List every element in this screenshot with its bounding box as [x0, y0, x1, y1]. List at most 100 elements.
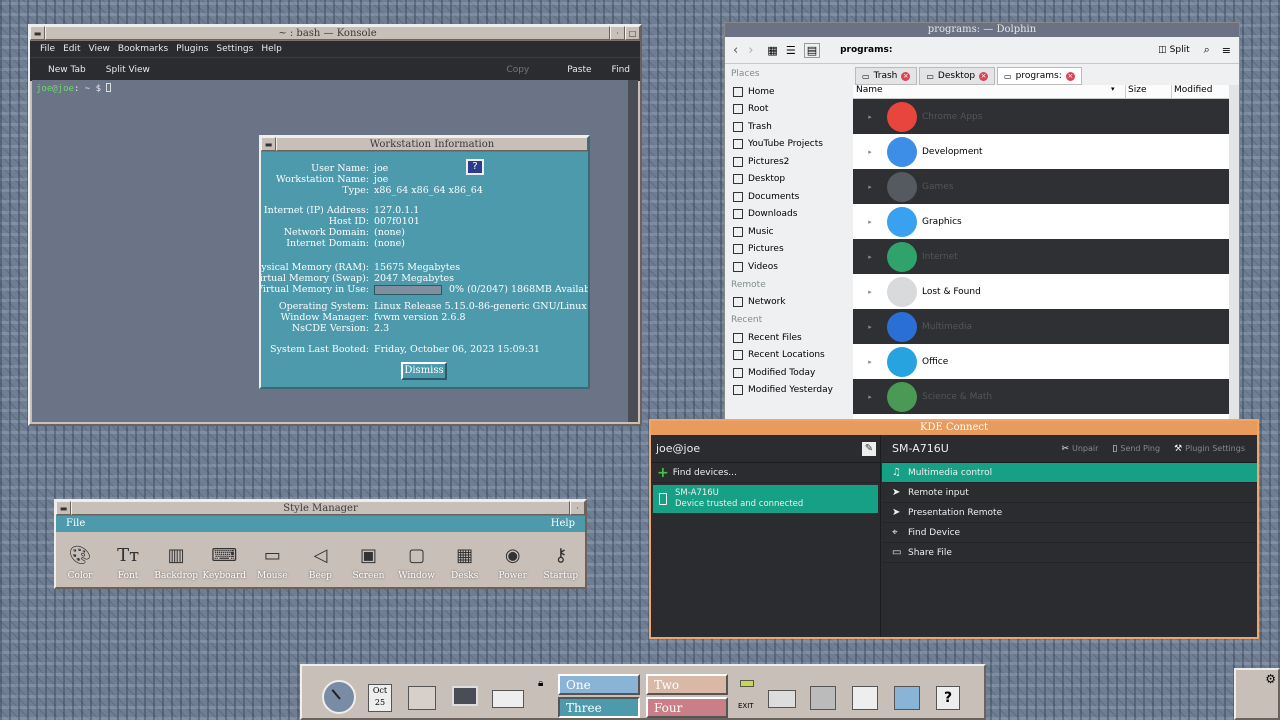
terminal-scrollbar[interactable]	[628, 80, 638, 422]
edit-icon[interactable]: ✎	[862, 441, 876, 456]
plugin-item[interactable]: ▭ Share File	[882, 543, 1257, 563]
style-item[interactable]: ⌨ Keyboard	[202, 542, 247, 582]
places-item[interactable]: Recent Locations	[725, 347, 849, 365]
plugin-item[interactable]: ⌖ Find Device	[882, 523, 1257, 543]
forward-icon[interactable]: ›	[748, 43, 753, 58]
style-item[interactable]: ▦ Desks	[443, 542, 487, 582]
places-item[interactable]: Modified Yesterday	[725, 382, 849, 400]
search-icon[interactable]: ⌕	[1204, 43, 1210, 57]
file-row[interactable]: ▸ Graphics	[853, 204, 1229, 239]
places-item[interactable]: Recent Files	[725, 329, 849, 347]
close-tab-icon[interactable]: ×	[1065, 71, 1075, 81]
style-item[interactable]: ◁ Beep	[298, 542, 342, 582]
window-menu-button[interactable]: ▬	[56, 501, 71, 515]
menu-help[interactable]: Help	[257, 41, 286, 57]
close-tab-icon[interactable]: ×	[979, 71, 989, 81]
menu-edit[interactable]: Edit	[59, 41, 84, 57]
find-button[interactable]: Find	[602, 65, 640, 75]
style-item[interactable]: ▢ Window	[395, 542, 439, 582]
corner-panel-icon[interactable]: ⚙	[1234, 668, 1280, 720]
plugin-item[interactable]: ➤ Remote input	[882, 483, 1257, 503]
send-ping-button[interactable]: Send Ping	[1120, 444, 1160, 453]
style-item[interactable]: 🎨︎ Color	[58, 542, 102, 582]
places-item[interactable]: Root	[725, 101, 849, 119]
minimize-button[interactable]: ·	[570, 501, 585, 515]
expand-arrow-icon[interactable]: ▸	[853, 288, 887, 296]
file-row[interactable]: ▸ Multimedia	[853, 309, 1229, 344]
file-row[interactable]: ▸ Games	[853, 169, 1229, 204]
places-item[interactable]: Videos	[725, 258, 849, 276]
new-tab-button[interactable]: New Tab	[30, 65, 96, 75]
style-item[interactable]: ▥ Backdrop	[154, 542, 198, 582]
workspace-four-button[interactable]: Four	[646, 697, 728, 718]
konsole-titlebar[interactable]: ▬ ~ : bash — Konsole · □	[30, 26, 640, 41]
column-name[interactable]: Name	[853, 85, 1125, 98]
compact-view-icon[interactable]: ☰	[786, 44, 796, 57]
expand-arrow-icon[interactable]: ▸	[853, 393, 887, 401]
minimize-button[interactable]: ·	[610, 26, 625, 40]
calendar-icon[interactable]: Oct 25	[368, 684, 392, 712]
workspace-three-button[interactable]: Three	[558, 697, 640, 718]
expand-arrow-icon[interactable]: ▸	[853, 218, 887, 226]
split-button[interactable]: Split	[1170, 45, 1190, 55]
workstation-info-dialog[interactable]: ▬ Workstation Information ? User Name: jo…	[259, 135, 590, 389]
paste-button[interactable]: Paste	[557, 65, 601, 75]
style-item[interactable]: ▭ Mouse	[250, 542, 294, 582]
hamburger-menu-icon[interactable]: ≡	[1222, 44, 1231, 57]
style-item[interactable]: Tт Font	[106, 542, 150, 582]
places-item[interactable]: Network	[725, 294, 849, 312]
tab-item[interactable]: ▭ Desktop ×	[919, 67, 996, 85]
split-icon[interactable]: ◫	[1158, 45, 1167, 55]
details-view-icon[interactable]: ▤	[803, 42, 821, 58]
menu-file[interactable]: File	[66, 516, 85, 532]
expand-arrow-icon[interactable]: ▸	[853, 113, 887, 121]
unpair-icon[interactable]: ✂	[1061, 444, 1069, 454]
file-row[interactable]: ▸ Science & Math	[853, 379, 1229, 414]
location-label[interactable]: programs:	[840, 45, 892, 55]
unpair-button[interactable]: Unpair	[1072, 444, 1098, 453]
app-manager-icon[interactable]	[894, 686, 920, 710]
places-item[interactable]: YouTube Projects	[725, 136, 849, 154]
column-size[interactable]: Size	[1125, 85, 1171, 98]
kde-connect-window[interactable]: KDE Connect joe@joe ✎ + Find devices... …	[649, 419, 1259, 639]
style-manager-icon[interactable]	[810, 686, 836, 710]
vertical-scrollbar[interactable]	[1229, 85, 1239, 421]
dolphin-window[interactable]: programs: — Dolphin ‹ › ▦ ☰ ▤ programs: …	[724, 22, 1240, 422]
find-devices-item[interactable]: + Find devices...	[651, 463, 880, 483]
places-item[interactable]: Desktop	[725, 171, 849, 189]
plugin-item[interactable]: ♫ Multimedia control	[882, 463, 1257, 483]
window-menu-button[interactable]: ▬	[261, 137, 276, 151]
file-row[interactable]: ▸ Office	[853, 344, 1229, 379]
menu-view[interactable]: View	[85, 41, 114, 57]
places-item[interactable]: Pictures2	[725, 153, 849, 171]
file-view[interactable]: ▭ Trash × ▭ Desktop × ▭ programs: × Name ▾ Size …	[853, 65, 1229, 421]
column-modified[interactable]: Modified	[1171, 85, 1212, 98]
workspace-one-button[interactable]: One	[558, 674, 640, 695]
mail-icon[interactable]	[492, 690, 524, 708]
wsinfo-titlebar[interactable]: ▬ Workstation Information	[261, 137, 588, 152]
text-editor-icon[interactable]	[852, 686, 878, 710]
window-menu-button[interactable]: ▬	[30, 26, 45, 40]
ping-icon[interactable]: ▯	[1112, 444, 1117, 454]
places-item[interactable]: Downloads	[725, 206, 849, 224]
style-item[interactable]: ◉ Power	[491, 542, 535, 582]
places-item[interactable]: Documents	[725, 188, 849, 206]
file-row[interactable]: ▸ Chrome Apps	[853, 99, 1229, 134]
style-item[interactable]: ⚷ Startup	[539, 542, 583, 582]
places-item[interactable]: Home	[725, 83, 849, 101]
file-row[interactable]: ▸ Lost & Found	[853, 274, 1229, 309]
device-item-sm-a716u[interactable]: SM-A716U Device trusted and connected	[653, 485, 878, 513]
help-icon[interactable]: ?	[936, 686, 960, 710]
tab-item[interactable]: ▭ Trash ×	[855, 67, 918, 85]
printer-icon[interactable]	[768, 690, 796, 708]
plugin-item[interactable]: ➤ Presentation Remote	[882, 503, 1257, 523]
expand-arrow-icon[interactable]: ▸	[853, 253, 887, 261]
style-manager-window[interactable]: ▬ Style Manager · File Help 🎨︎ Color Tт Fon…	[54, 499, 587, 589]
menu-bookmarks[interactable]: Bookmarks	[114, 41, 172, 57]
icons-view-icon[interactable]: ▦	[767, 44, 777, 57]
lock-icon[interactable]: 🔒︎	[538, 678, 543, 689]
places-item[interactable]: Modified Today	[725, 364, 849, 382]
exit-button[interactable]: EXIT	[738, 702, 754, 710]
places-item[interactable]: Trash	[725, 118, 849, 136]
menu-plugins[interactable]: Plugins	[172, 41, 212, 57]
